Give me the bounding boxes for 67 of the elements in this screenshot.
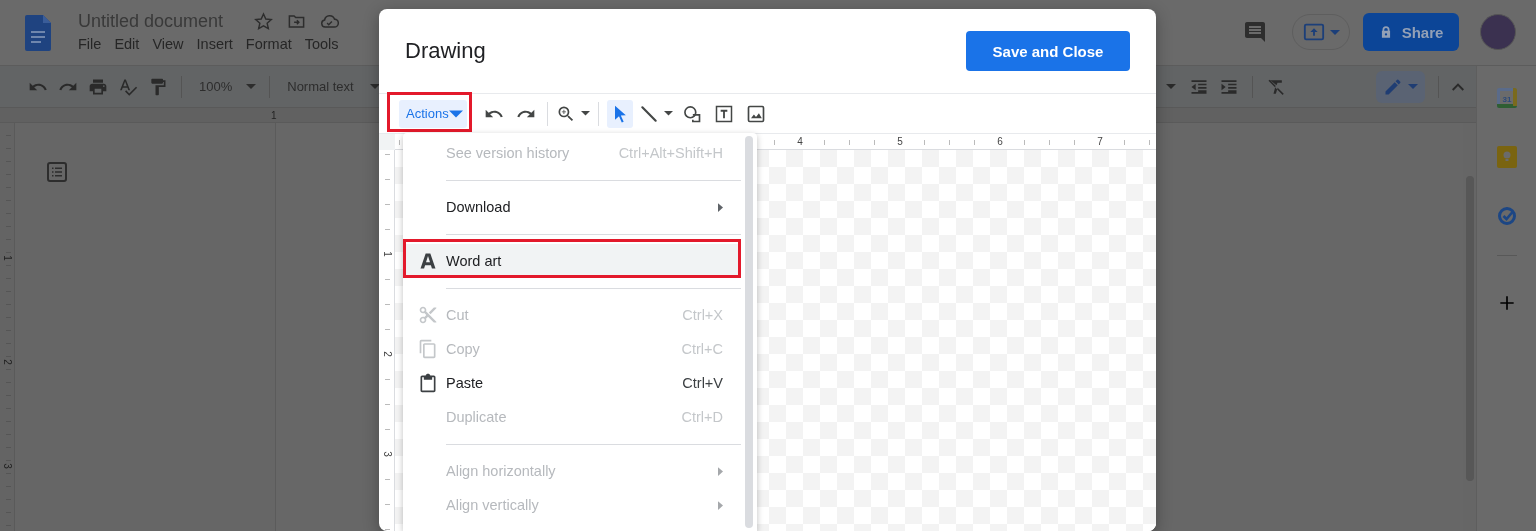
ruler-number: 1 — [381, 251, 392, 257]
ruler-number: 1 — [271, 109, 277, 121]
submenu-arrow-icon — [718, 202, 723, 212]
menu-item[interactable]: View — [152, 36, 184, 52]
caret-icon — [369, 84, 380, 89]
ruler-number: 1 — [2, 255, 12, 261]
submenu-arrow-icon — [718, 500, 723, 510]
menu-item[interactable]: Format — [245, 36, 292, 52]
paint-roller-icon — [148, 76, 168, 97]
menu-item[interactable]: Tools — [304, 36, 339, 52]
calendar-icon[interactable]: 31 — [1496, 88, 1517, 108]
star-icon — [254, 12, 274, 31]
menu-item[interactable]: Insert — [196, 36, 233, 52]
outline-list-icon — [45, 160, 69, 184]
image-icon — [745, 103, 766, 124]
ruler-number: 4 — [794, 136, 806, 147]
dialog-title: Drawing — [405, 38, 486, 64]
avatar[interactable] — [1480, 14, 1516, 50]
comment-icon — [1243, 20, 1267, 44]
keyboard-shortcut: Ctrl+V — [682, 375, 723, 391]
keyboard-shortcut: Ctrl+X — [682, 307, 723, 323]
copy-icon — [418, 339, 438, 359]
clipboard-icon — [418, 373, 438, 393]
submenu-arrow-icon — [718, 466, 723, 476]
scrollbar-thumb[interactable] — [745, 136, 753, 528]
menu-item[interactable]: Download — [403, 190, 741, 224]
keyboard-shortcut: Ctrl+D — [681, 409, 723, 425]
menu-item[interactable]: Edit — [114, 36, 140, 52]
line-icon — [638, 103, 659, 124]
ruler-number: 2 — [2, 359, 12, 365]
menu-item[interactable]: File — [78, 36, 102, 52]
ruler-number: 5 — [894, 136, 906, 147]
caret-icon — [663, 111, 673, 116]
zoom-dropdown[interactable]: 100% — [195, 79, 257, 94]
caret-icon — [246, 84, 257, 89]
keyboard-shortcut: Ctrl+C — [681, 341, 723, 357]
menu-item[interactable]: Paste Ctrl+V — [403, 366, 741, 400]
ruler-number: 3 — [381, 451, 392, 457]
chevron-up-icon — [1452, 82, 1464, 91]
style-dropdown[interactable]: Normal text — [283, 79, 380, 94]
editing-mode-button[interactable] — [1376, 70, 1425, 103]
paint-format-button[interactable] — [148, 76, 168, 97]
caret-icon — [1329, 29, 1340, 35]
caret-icon — [1408, 84, 1418, 89]
folder-icon — [287, 12, 307, 31]
select-tool-button[interactable] — [606, 99, 633, 128]
cloud-check-icon — [320, 12, 340, 31]
save-and-close-button[interactable]: Save and Close — [966, 31, 1130, 71]
actions-menu-button[interactable]: Actions — [399, 99, 467, 128]
caret-icon — [580, 111, 590, 116]
pencil-icon — [1383, 76, 1403, 97]
shapes-icon — [681, 103, 702, 124]
keyboard-shortcut: Ctrl+Alt+Shift+H — [618, 145, 723, 161]
caret-icon — [1166, 84, 1176, 89]
ruler-number: 3 — [2, 463, 12, 469]
word-art-icon — [418, 251, 438, 271]
menu-item[interactable]: Word art — [403, 244, 741, 278]
text-box-icon — [713, 103, 734, 124]
outline-button[interactable] — [45, 160, 69, 184]
document-logo-icon[interactable] — [25, 15, 51, 51]
scissors-icon — [418, 305, 438, 325]
ruler-number: 7 — [1094, 136, 1106, 147]
present-icon — [1302, 21, 1325, 43]
check-circle-icon[interactable] — [1496, 206, 1517, 226]
ruler-number: 2 — [381, 351, 392, 357]
ruler-number: 6 — [994, 136, 1006, 147]
share-button[interactable]: Share — [1363, 13, 1459, 51]
